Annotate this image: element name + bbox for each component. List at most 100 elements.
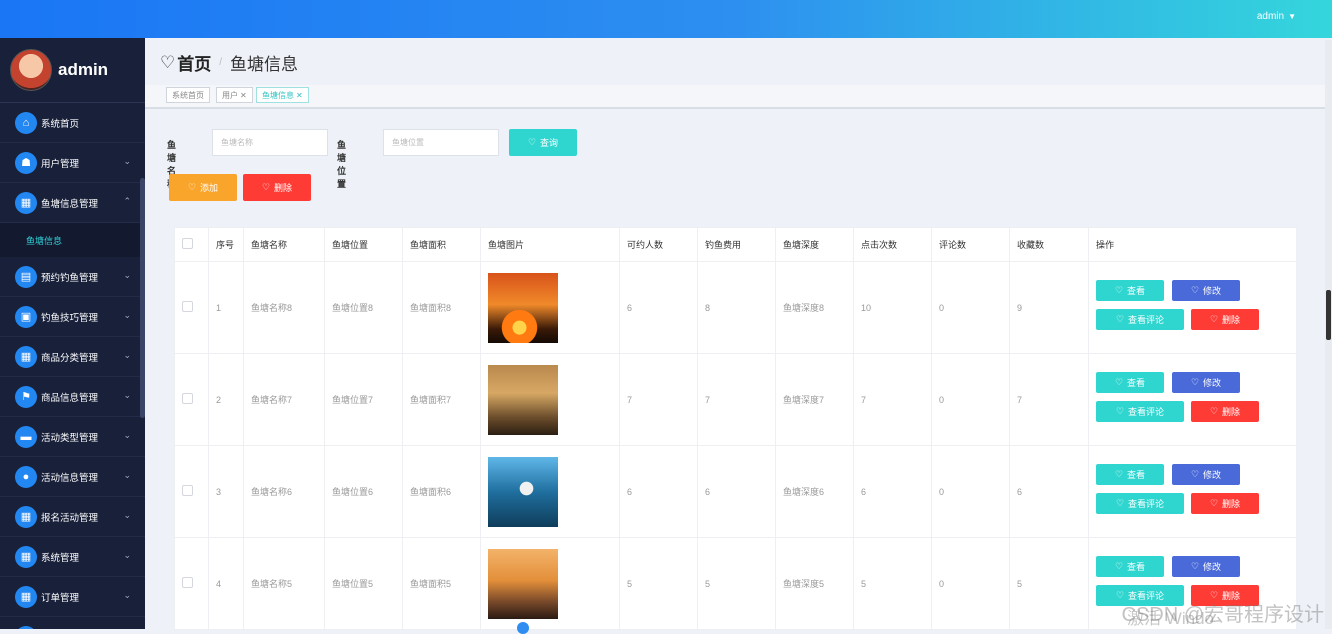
sidebar-item[interactable]: ⌂ 系统首页 bbox=[0, 103, 145, 143]
scroll-top-button[interactable] bbox=[517, 622, 529, 634]
sidebar-item-label: 活动类型管理 bbox=[41, 432, 99, 444]
sidebar-item[interactable]: ▦ 商品分类管理 ⌄ bbox=[0, 337, 145, 377]
view-button[interactable]: ♡ 查看 bbox=[1096, 464, 1164, 485]
cell-people: 6 bbox=[619, 261, 698, 354]
chevron-icon: ⌄ bbox=[123, 430, 131, 440]
data-table-card: 序号 鱼塘名称 鱼塘位置 鱼塘面积 鱼塘图片 可约人数 钓鱼费用 鱼塘深度 点击… bbox=[174, 227, 1298, 630]
sidebar-item[interactable]: ▭我的信息⌄ bbox=[0, 617, 145, 629]
edit-button[interactable]: ♡ 修改 bbox=[1172, 464, 1240, 485]
row-checkbox[interactable] bbox=[174, 445, 209, 538]
cell-name: 鱼塘名称5 bbox=[243, 537, 325, 630]
heart-icon: ♡ bbox=[160, 52, 176, 72]
sidebar-item[interactable]: ● 活动信息管理 ⌄ bbox=[0, 457, 145, 497]
sidebar-item[interactable]: ▦ 报名活动管理 ⌄ bbox=[0, 497, 145, 537]
cell-area: 鱼塘面积6 bbox=[402, 445, 481, 538]
column-header: 鱼塘图片 bbox=[480, 227, 620, 262]
search-button[interactable]: ♡ 查询 bbox=[509, 129, 577, 156]
pond-image-cell bbox=[480, 445, 620, 538]
row-checkbox[interactable] bbox=[174, 537, 209, 630]
cell-location: 鱼塘位置7 bbox=[324, 353, 403, 446]
chevron-icon: ⌄ bbox=[123, 156, 131, 166]
tab-pond-info[interactable]: 鱼塘信息 ✕ bbox=[256, 87, 309, 103]
heart-icon: ♡ bbox=[1115, 498, 1125, 508]
pond-image[interactable] bbox=[488, 548, 558, 619]
heart-icon: ♡ bbox=[1190, 377, 1200, 387]
sidebar-subitem-pond-info[interactable]: 鱼塘信息 bbox=[0, 223, 145, 257]
tab-users[interactable]: 用户 ✕ bbox=[216, 87, 253, 103]
close-icon[interactable]: ✕ bbox=[240, 91, 247, 100]
column-header: 钓鱼费用 bbox=[697, 227, 776, 262]
view-comments-button[interactable]: ♡ 查看评论 bbox=[1096, 493, 1184, 514]
sidebar-item[interactable]: ▦ 系统管理 ⌄ bbox=[0, 537, 145, 577]
row-checkbox[interactable] bbox=[174, 261, 209, 354]
chevron-icon: ⌄ bbox=[123, 590, 131, 600]
row-actions: ♡ 查看 ♡ 修改 ♡ 查看评论 ♡ 删除 bbox=[1088, 445, 1298, 538]
page-scrollbar-thumb[interactable] bbox=[1326, 290, 1331, 340]
view-button[interactable]: ♡ 查看 bbox=[1096, 556, 1164, 577]
delete-button[interactable]: ♡ 删除 bbox=[1191, 309, 1259, 330]
sidebar-item[interactable]: ☗ 用户管理 ⌄ bbox=[0, 143, 145, 183]
heart-icon: ♡ bbox=[1114, 377, 1124, 387]
sidebar-item[interactable]: ▬ 活动类型管理 ⌄ bbox=[0, 417, 145, 457]
cell-clicks: 5 bbox=[853, 537, 932, 630]
cell-comments: 0 bbox=[931, 353, 1010, 446]
edit-button[interactable]: ♡ 修改 bbox=[1172, 372, 1240, 393]
heart-icon: ♡ bbox=[527, 137, 537, 147]
bulk-delete-button[interactable]: ♡ 删除 bbox=[243, 174, 311, 201]
user-name: admin bbox=[1256, 11, 1285, 22]
row-actions: ♡ 查看 ♡ 修改 ♡ 查看评论 ♡ 删除 bbox=[1088, 353, 1298, 446]
grid-icon: ▦ bbox=[15, 191, 37, 214]
cell-fee: 7 bbox=[697, 353, 776, 446]
sidebar-item[interactable]: ⚑ 商品信息管理 ⌄ bbox=[0, 377, 145, 417]
cell-comments: 0 bbox=[931, 445, 1010, 538]
edit-button[interactable]: ♡ 修改 bbox=[1172, 280, 1240, 301]
pond-image[interactable] bbox=[488, 364, 558, 435]
view-button[interactable]: ♡ 查看 bbox=[1096, 372, 1164, 393]
card-icon: ▭ bbox=[15, 625, 37, 629]
view-button[interactable]: ♡ 查看 bbox=[1096, 280, 1164, 301]
sidebar-item[interactable]: ▦ 鱼塘信息管理 ⌃ bbox=[0, 183, 145, 223]
cell-depth: 鱼塘深度8 bbox=[775, 261, 854, 354]
sidebar-item-label: 钓鱼技巧管理 bbox=[41, 312, 99, 324]
heart-icon: ♡ bbox=[187, 182, 197, 192]
sidebar-item[interactable]: ▦ 订单管理 ⌄ bbox=[0, 577, 145, 617]
column-header: 可约人数 bbox=[619, 227, 698, 262]
select-all-checkbox[interactable] bbox=[174, 227, 209, 262]
cell-depth: 鱼塘深度5 bbox=[775, 537, 854, 630]
cell-favorites: 6 bbox=[1009, 445, 1089, 538]
delete-button[interactable]: ♡ 删除 bbox=[1191, 401, 1259, 422]
cell-location: 鱼塘位置8 bbox=[324, 261, 403, 354]
close-icon[interactable]: ✕ bbox=[296, 91, 303, 100]
cell-people: 5 bbox=[619, 537, 698, 630]
pond-image[interactable] bbox=[488, 456, 558, 527]
breadcrumb-home[interactable]: 首页 bbox=[177, 50, 211, 75]
table-header-row: 序号 鱼塘名称 鱼塘位置 鱼塘面积 鱼塘图片 可约人数 钓鱼费用 鱼塘深度 点击… bbox=[174, 227, 1298, 262]
pond-name-input[interactable]: 鱼塘名称 bbox=[212, 129, 328, 156]
add-button[interactable]: ♡ 添加 bbox=[169, 174, 237, 201]
user-menu[interactable]: admin ▼ bbox=[1257, 11, 1296, 22]
pond-image[interactable] bbox=[488, 272, 558, 343]
column-header: 评论数 bbox=[931, 227, 1010, 262]
cell-location: 鱼塘位置5 bbox=[324, 537, 403, 630]
flag-icon: ⚑ bbox=[15, 385, 37, 408]
sidebar-item[interactable]: ▣ 钓鱼技巧管理 ⌄ bbox=[0, 297, 145, 337]
heart-icon: ♡ bbox=[1209, 314, 1219, 324]
cell-favorites: 9 bbox=[1009, 261, 1089, 354]
delete-button[interactable]: ♡ 删除 bbox=[1191, 493, 1259, 514]
pond-location-input[interactable]: 鱼塘位置 bbox=[383, 129, 499, 156]
sidebar-item-label: 活动信息管理 bbox=[41, 472, 99, 484]
heart-icon: ♡ bbox=[261, 182, 271, 192]
row-checkbox[interactable] bbox=[174, 353, 209, 446]
bulb-icon: ● bbox=[15, 465, 37, 488]
tab-home[interactable]: 系统首页 bbox=[166, 87, 210, 103]
view-comments-button[interactable]: ♡ 查看评论 bbox=[1096, 309, 1184, 330]
view-comments-button[interactable]: ♡ 查看评论 bbox=[1096, 401, 1184, 422]
top-bar: admin ▼ bbox=[0, 0, 1332, 38]
column-header: 操作 bbox=[1088, 227, 1298, 262]
edit-button[interactable]: ♡ 修改 bbox=[1172, 556, 1240, 577]
data-table: 序号 鱼塘名称 鱼塘位置 鱼塘面积 鱼塘图片 可约人数 钓鱼费用 鱼塘深度 点击… bbox=[174, 227, 1298, 630]
column-header: 点击次数 bbox=[853, 227, 932, 262]
cell-clicks: 7 bbox=[853, 353, 932, 446]
sidebar-item[interactable]: ▤ 预约钓鱼管理 ⌄ bbox=[0, 257, 145, 297]
cell-depth: 鱼塘深度7 bbox=[775, 353, 854, 446]
